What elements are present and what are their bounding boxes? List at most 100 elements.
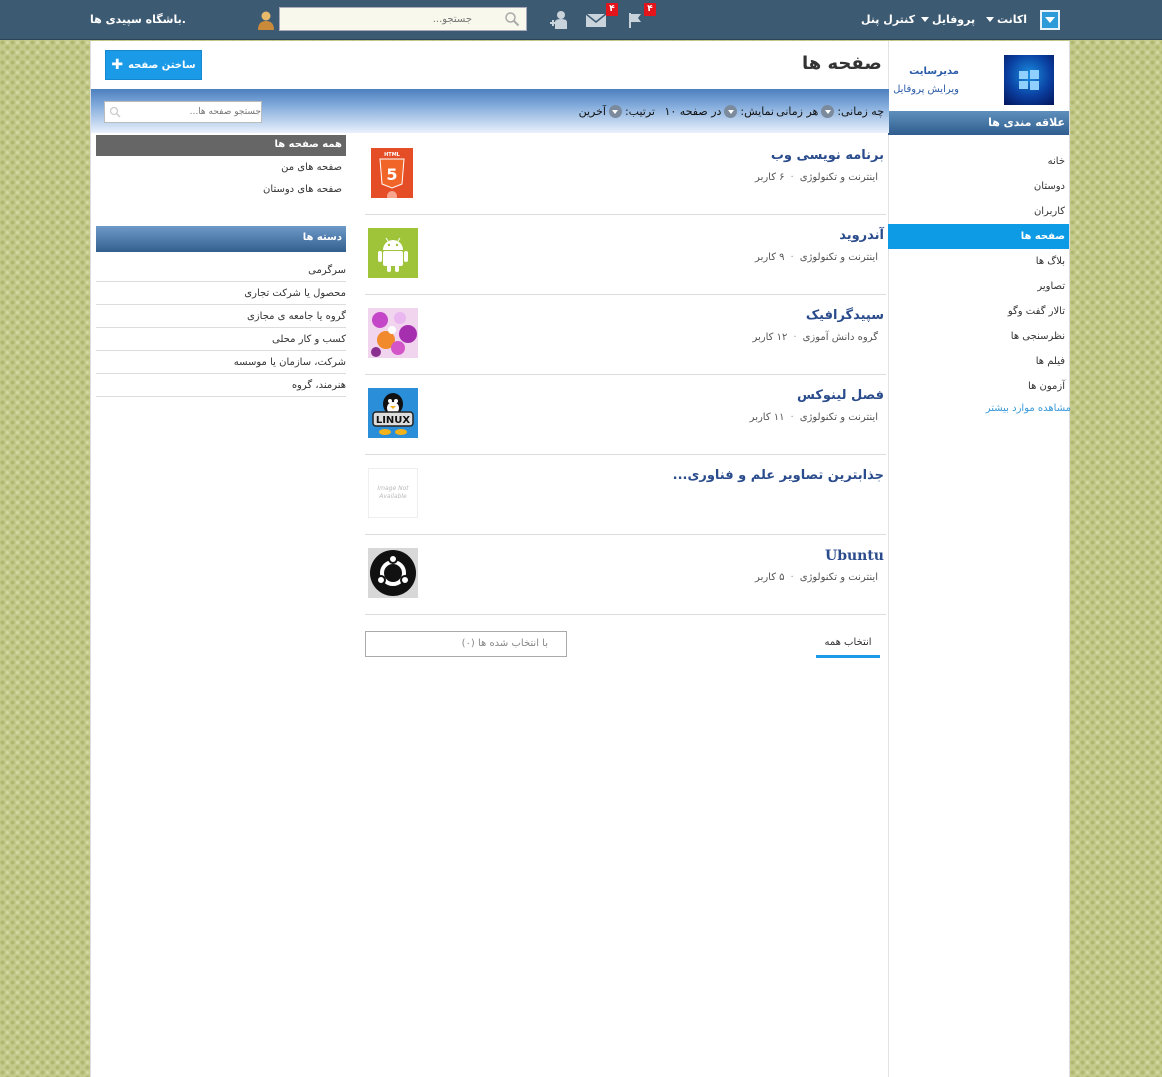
sidebar-more-link[interactable]: مشاهده موارد بیشتر <box>888 399 1071 419</box>
page-category[interactable]: اینترنت و تکنولوژی <box>800 252 878 263</box>
sidebar-item-quizzes[interactable]: آزمون ها <box>888 374 1069 399</box>
page-thumbnail[interactable]: LINUX <box>368 388 418 438</box>
sidebar-item-forum[interactable]: تالار گفت وگو <box>888 299 1069 324</box>
filter-show-value: در صفحه ۱۰ <box>664 105 722 118</box>
page-container: مدیرسایت ویرایش پروفایل علاقه مندی ها خا… <box>90 41 1071 1077</box>
category-link[interactable]: گروه یا جامعه ی مجازی <box>96 305 346 328</box>
chevron-down-icon <box>724 105 738 118</box>
sidebar-item-users[interactable]: کاربران <box>888 199 1069 224</box>
filter-when-value: هر زمانی <box>776 105 819 118</box>
list-item: آندروید اینترنت و تکنولوژی · ۹ کاربر <box>365 215 886 295</box>
plus-icon: ✚ <box>111 57 124 73</box>
user-avatar[interactable] <box>256 10 276 33</box>
category-link[interactable]: هنرمند، گروه <box>96 374 346 397</box>
page-category[interactable]: اینترنت و تکنولوژی <box>800 172 878 183</box>
chevron-down-icon <box>1045 17 1055 23</box>
page-meta: اینترنت و تکنولوژی · ۹ کاربر <box>755 252 878 263</box>
svg-text:HTML: HTML <box>384 152 401 158</box>
pages-list: HTML 5 برنامه نویسی وب اینترنت و تکنولوژ… <box>365 135 886 615</box>
filter-bar: چه زمانی: هر زمانی نمایش: در صفحه ۱۰ ترت… <box>91 89 889 133</box>
filter-when[interactable]: چه زمانی: هر زمانی <box>776 105 884 118</box>
my-pages-link[interactable]: صفحه های من <box>96 162 346 173</box>
sidebar-item-blogs[interactable]: بلاگ ها <box>888 249 1069 274</box>
page-title-link[interactable]: جذابترین تصاویر علم و فناوری... <box>673 468 884 483</box>
page-title-link[interactable]: سپیدگرافیک <box>806 308 884 323</box>
android-icon <box>368 228 418 278</box>
list-item: HTML 5 برنامه نویسی وب اینترنت و تکنولوژ… <box>365 135 886 215</box>
bulk-actions-select[interactable]: با انتخاب شده ها (۰) <box>365 631 567 657</box>
create-page-button[interactable]: ✚ ساختن صفحه <box>105 50 202 80</box>
site-name[interactable]: باشگاه سپیدی ها. <box>90 13 186 26</box>
filter-show-label: نمایش: <box>740 105 774 118</box>
category-link[interactable]: محصول یا شرکت تجاری <box>96 282 346 305</box>
control-panel-label: کنترل پنل <box>861 13 916 26</box>
page-category[interactable]: اینترنت و تکنولوژی <box>800 572 878 583</box>
friend-requests-button[interactable] <box>548 9 570 31</box>
page-thumbnail[interactable]: Image Not Available <box>368 468 418 518</box>
pages-search[interactable] <box>104 101 262 123</box>
page-category[interactable]: گروه دانش آموزی <box>803 332 878 343</box>
search-input[interactable] <box>280 9 480 29</box>
account-menu[interactable]: اکانت <box>986 13 1027 26</box>
ubuntu-icon <box>368 548 418 598</box>
filter-sort-value: آخرین <box>578 105 606 118</box>
messages-button[interactable]: ۴ <box>584 3 618 31</box>
page-title-link[interactable]: برنامه نویسی وب <box>771 148 884 163</box>
page-category[interactable]: اینترنت و تکنولوژی <box>800 412 878 423</box>
edit-profile-link[interactable]: ویرایش پروفایل <box>893 84 959 95</box>
profile-name[interactable]: مدیرسایت <box>909 66 959 77</box>
list-item: Ubuntu اینترنت و تکنولوژی · ۵ کاربر <box>365 535 886 615</box>
category-link[interactable]: شرکت، سازمان یا موسسه <box>96 351 346 374</box>
sidebar-item-photos[interactable]: تصاویر <box>888 274 1069 299</box>
sidebar-item-friends[interactable]: دوستان <box>888 174 1069 199</box>
html5-icon: HTML 5 <box>371 148 413 198</box>
sidebar-item-polls[interactable]: نظرسنجی ها <box>888 324 1069 349</box>
page-meta: گروه دانش آموزی · ۱۲ کاربر <box>753 332 879 343</box>
separator-dot: · <box>790 172 794 183</box>
filter-when-label: چه زمانی: <box>837 105 884 118</box>
page-title-link[interactable]: آندروید <box>839 228 884 243</box>
profile-menu[interactable]: پروفایل <box>921 13 975 26</box>
flag-icon <box>629 13 641 28</box>
page-members: ۱۱ کاربر <box>749 412 785 423</box>
list-item: Image Not Available جذابترین تصاویر علم … <box>365 455 886 535</box>
sidebar-item-home[interactable]: خانه <box>888 149 1069 174</box>
global-search[interactable] <box>279 7 527 31</box>
filter-sort[interactable]: ترتیب: آخرین <box>579 105 655 118</box>
search-icon[interactable] <box>109 106 121 118</box>
page-title-link[interactable]: فصل لینوکس <box>797 388 884 403</box>
page-thumbnail[interactable] <box>368 548 418 598</box>
page-title-link[interactable]: Ubuntu <box>825 548 884 564</box>
friends-pages-link[interactable]: صفحه های دوستان <box>96 184 346 195</box>
envelope-icon <box>585 13 607 27</box>
page-members: ۹ کاربر <box>755 252 785 263</box>
select-all-button[interactable]: انتخاب همه <box>816 631 880 658</box>
page-thumbnail[interactable] <box>368 308 418 358</box>
pages-search-input[interactable] <box>121 107 261 117</box>
profile-picture[interactable] <box>1004 55 1054 105</box>
flowers-image <box>368 308 418 358</box>
user-icon <box>258 11 274 30</box>
chevron-down-icon <box>608 105 622 118</box>
page-meta: اینترنت و تکنولوژی · ۶ کاربر <box>755 172 878 183</box>
category-link[interactable]: کسب و کار محلی <box>96 328 346 351</box>
page-members: ۱۲ کاربر <box>752 332 788 343</box>
sidebar-nav: خانه دوستان کاربران صفحه ها بلاگ ها تصاو… <box>888 149 1071 419</box>
filter-show[interactable]: نمایش: در صفحه ۱۰ <box>664 105 774 118</box>
chevron-down-icon <box>821 105 835 118</box>
chevron-down-icon <box>986 17 994 22</box>
page-thumbnail[interactable] <box>368 228 418 278</box>
main-menu-button[interactable] <box>1040 10 1060 30</box>
search-icon[interactable] <box>504 11 520 27</box>
create-page-label: ساختن صفحه <box>128 59 196 71</box>
profile-label: پروفایل <box>932 13 976 26</box>
svg-text:LINUX: LINUX <box>376 415 411 426</box>
list-item: سپیدگرافیک گروه دانش آموزی · ۱۲ کاربر <box>365 295 886 375</box>
page-thumbnail[interactable]: HTML 5 <box>371 148 413 198</box>
notifications-button[interactable]: ۴ <box>624 3 656 31</box>
sidebar-item-videos[interactable]: فیلم ها <box>888 349 1069 374</box>
control-panel-link[interactable]: کنترل پنل <box>861 13 915 26</box>
sidebar-item-pages[interactable]: صفحه ها <box>888 224 1069 249</box>
all-pages-tab[interactable]: همه صفحه ها <box>96 135 346 156</box>
category-link[interactable]: سرگرمی <box>96 259 346 282</box>
